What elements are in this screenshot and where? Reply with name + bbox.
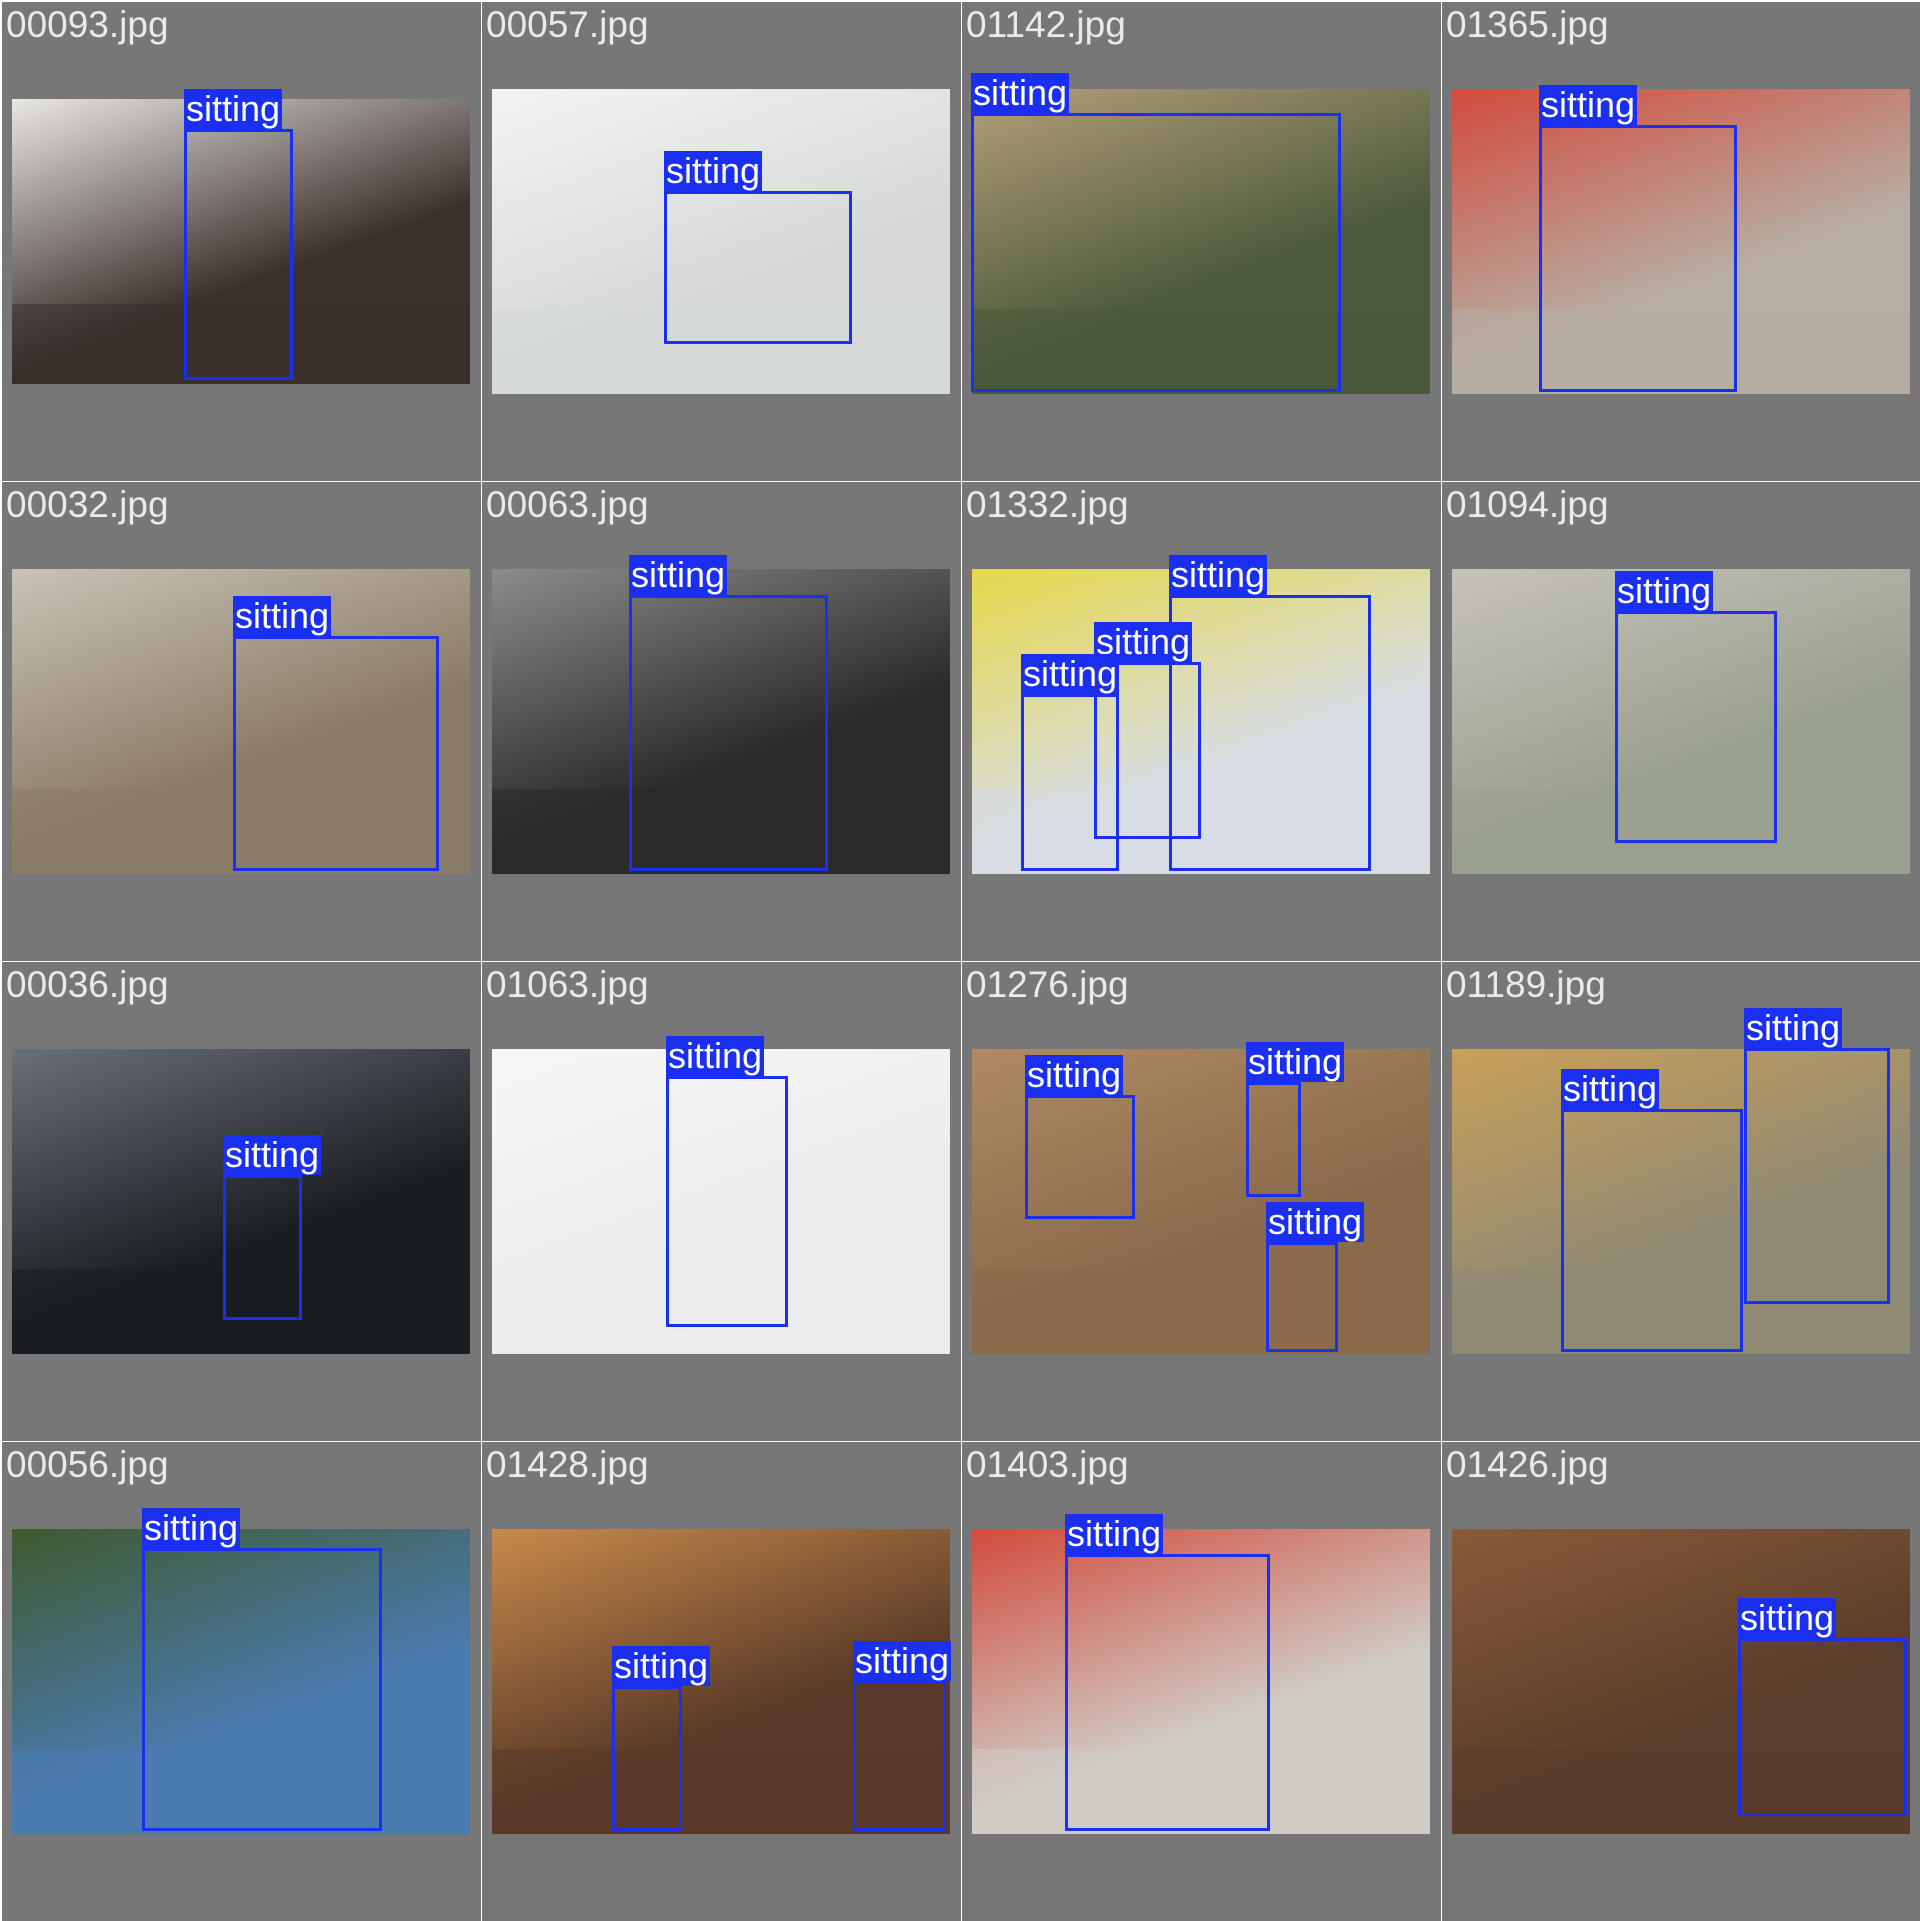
bounding-box[interactable] [1615, 611, 1777, 843]
image-filename: 01403.jpg [966, 1444, 1129, 1485]
class-label: sitting [666, 1035, 765, 1076]
class-label: sitting [142, 1507, 241, 1548]
image-filename: 01332.jpg [966, 484, 1129, 525]
grid-tile[interactable]: 01142.jpg sitting [962, 2, 1441, 481]
bounding-box[interactable] [1025, 1095, 1135, 1219]
class-label: sitting [1021, 653, 1120, 694]
class-label: sitting [223, 1134, 322, 1175]
photo-floor-shape [972, 1269, 1430, 1354]
grid-tile[interactable]: 01332.jpg sitting sitting sitting [962, 482, 1441, 961]
grid-tile[interactable]: 01428.jpg sitting sitting [482, 1442, 961, 1921]
image-filename: 00032.jpg [6, 484, 169, 525]
grid-tile[interactable]: 00056.jpg sitting [2, 1442, 481, 1921]
class-label: sitting [1744, 1007, 1843, 1048]
grid-tile[interactable]: 01426.jpg sitting [1442, 1442, 1920, 1921]
grid-tile[interactable]: 01403.jpg sitting [962, 1442, 1441, 1921]
bounding-box[interactable] [1065, 1554, 1270, 1831]
class-label: sitting [1615, 570, 1714, 611]
class-label: sitting [1738, 1597, 1837, 1638]
class-label: sitting [629, 554, 728, 595]
grid-tile[interactable]: 00032.jpg sitting [2, 482, 481, 961]
image-filename: 01276.jpg [966, 964, 1129, 1005]
grid-tile[interactable]: 01063.jpg sitting [482, 962, 961, 1441]
bounding-box[interactable] [1021, 694, 1119, 871]
grid-tile[interactable]: 00063.jpg sitting [482, 482, 961, 961]
grid-tile[interactable]: 01094.jpg sitting [1442, 482, 1920, 961]
grid-tile[interactable]: 00036.jpg sitting [2, 962, 481, 1441]
bounding-box[interactable] [666, 1076, 788, 1327]
image-filename: 01142.jpg [966, 4, 1126, 45]
image-filename: 00093.jpg [6, 4, 169, 45]
bounding-box[interactable] [971, 113, 1341, 392]
image-filename: 00036.jpg [6, 964, 169, 1005]
bounding-box[interactable] [629, 595, 828, 871]
class-label: sitting [1065, 1513, 1164, 1554]
bounding-box[interactable] [233, 636, 439, 871]
class-label: sitting [971, 72, 1070, 113]
bounding-box[interactable] [612, 1686, 682, 1831]
image-filename: 01094.jpg [1446, 484, 1609, 525]
bounding-box[interactable] [142, 1548, 382, 1831]
image-filename: 00057.jpg [486, 4, 649, 45]
image-filename: 01365.jpg [1446, 4, 1609, 45]
bounding-box[interactable] [1539, 125, 1737, 392]
bounding-box[interactable] [1246, 1082, 1301, 1197]
class-label: sitting [1169, 554, 1268, 595]
class-label: sitting [1561, 1068, 1660, 1109]
image-filename: 01189.jpg [1446, 964, 1606, 1005]
grid-tile[interactable]: 01365.jpg sitting [1442, 2, 1920, 481]
class-label: sitting [1539, 84, 1638, 125]
image-filename: 00056.jpg [6, 1444, 169, 1485]
image-filename: 01063.jpg [486, 964, 649, 1005]
class-label: sitting [184, 88, 283, 129]
bounding-box[interactable] [223, 1175, 302, 1320]
grid-tile[interactable]: 01276.jpg sitting sitting sitting [962, 962, 1441, 1441]
class-label: sitting [1266, 1201, 1365, 1242]
class-label: sitting [612, 1645, 711, 1686]
image-filename: 01428.jpg [486, 1444, 649, 1485]
bounding-box[interactable] [1561, 1109, 1743, 1352]
grid-tile[interactable]: 00093.jpg sitting [2, 2, 481, 481]
image-filename: 01426.jpg [1446, 1444, 1609, 1485]
bounding-box[interactable] [184, 129, 293, 380]
class-label: sitting [853, 1640, 952, 1681]
bounding-box[interactable] [853, 1681, 946, 1831]
detection-grid: 00093.jpg sitting 00057.jpg sitting 01142.jp… [0, 0, 1920, 1921]
class-label: sitting [1025, 1054, 1124, 1095]
class-label: sitting [233, 595, 332, 636]
grid-tile[interactable]: 00057.jpg sitting [482, 2, 961, 481]
bounding-box[interactable] [1266, 1242, 1338, 1352]
bounding-box[interactable] [664, 191, 852, 344]
bounding-box[interactable] [1744, 1048, 1890, 1304]
image-filename: 00063.jpg [486, 484, 649, 525]
bounding-box[interactable] [1738, 1638, 1907, 1816]
class-label: sitting [664, 150, 763, 191]
grid-tile[interactable]: 01189.jpg sitting sitting [1442, 962, 1920, 1441]
class-label: sitting [1246, 1041, 1345, 1082]
